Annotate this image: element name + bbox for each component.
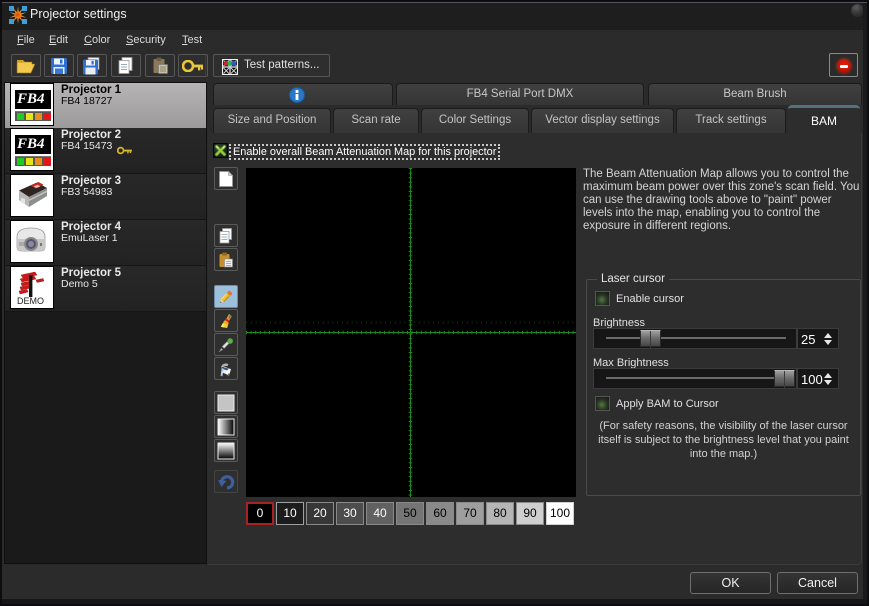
svg-text:DEMO: DEMO: [17, 296, 44, 306]
